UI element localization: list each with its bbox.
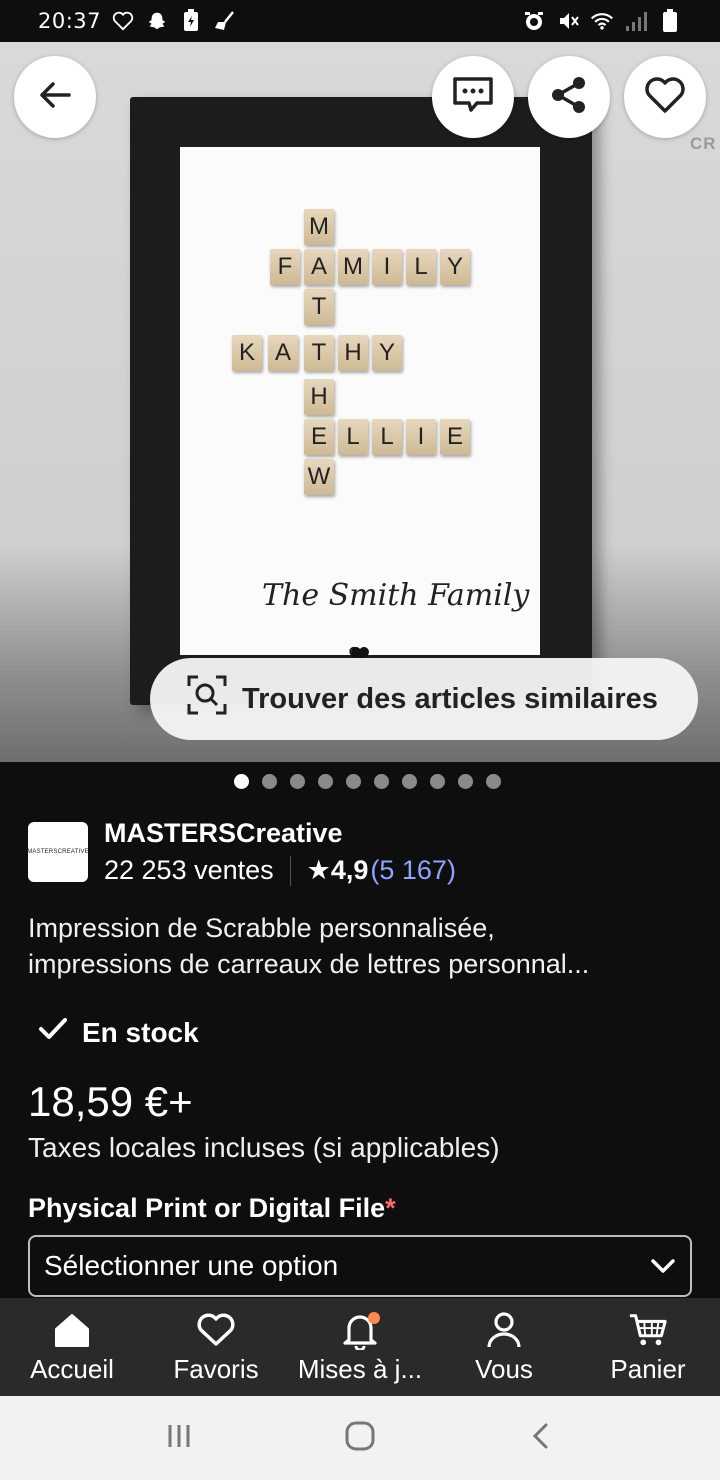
carousel-dot[interactable] <box>317 774 333 789</box>
listing-title-line: impressions de carreaux de lettres perso… <box>28 949 590 979</box>
nav-home-label: Accueil <box>30 1353 114 1384</box>
nav-favorites[interactable]: Favoris <box>144 1298 288 1396</box>
watermark-text: CR <box>690 134 717 153</box>
tile-t2: T <box>304 335 334 371</box>
back-button[interactable] <box>14 56 96 138</box>
nav-home[interactable]: Accueil <box>0 1298 144 1396</box>
battery-icon <box>658 9 682 33</box>
status-time: 20:37 <box>38 9 102 33</box>
listing-title[interactable]: Impression de Scrabble personnalisée, im… <box>28 910 696 982</box>
status-bar: 20:37 <box>0 0 720 42</box>
nav-cart-label: Panier <box>610 1353 686 1384</box>
arrow-left-icon <box>35 75 75 120</box>
price: 18,59 €+ <box>28 1078 193 1125</box>
shop-info[interactable]: MASTERSCREATIVE MASTERSCreative 22 253 v… <box>27 818 698 886</box>
tile-a: A <box>304 249 334 285</box>
carousel-dot[interactable] <box>457 774 473 789</box>
stock-status: En stock <box>38 1016 199 1049</box>
tile-l3: L <box>372 419 402 455</box>
picture-frame: M T H W F A M I L Y K A T H Y E L L I E <box>130 97 592 705</box>
nav-updates[interactable]: Mises à j... <box>288 1298 432 1396</box>
carousel-dot[interactable] <box>233 774 249 789</box>
mute-icon <box>556 9 580 33</box>
signal-icon <box>624 9 648 33</box>
find-similar-button[interactable]: Trouver des articles similaires <box>150 658 698 740</box>
review-count-link[interactable]: (5 167) <box>370 855 456 886</box>
tile-f: F <box>270 249 300 285</box>
message-seller-button[interactable] <box>432 56 514 138</box>
carousel-dot[interactable] <box>345 774 361 789</box>
share-button[interactable] <box>528 56 610 138</box>
carousel-dot[interactable] <box>261 774 277 789</box>
tile-e: E <box>304 419 334 455</box>
option-label: Physical Print or Digital File* <box>28 1193 396 1224</box>
shop-logo[interactable]: MASTERSCREATIVE <box>27 822 89 882</box>
tile-l2: L <box>338 419 368 455</box>
recent-apps-button[interactable] <box>164 1421 194 1456</box>
stock-label: En stock <box>82 1016 199 1048</box>
tile-i: I <box>372 249 402 285</box>
tile-a2: A <box>268 335 298 371</box>
tile-i2: I <box>406 419 436 455</box>
family-script-text: The Smith Family <box>262 578 530 613</box>
user-icon <box>484 1310 524 1350</box>
heart-icon <box>196 1310 236 1350</box>
chevron-down-icon <box>650 1250 676 1282</box>
checkmark-icon <box>38 1016 68 1049</box>
share-icon <box>548 74 590 121</box>
carousel-dot[interactable] <box>289 774 305 789</box>
select-placeholder: Sélectionner une option <box>44 1250 339 1281</box>
tile-h2: H <box>338 335 368 371</box>
heart-outline-icon <box>111 9 135 33</box>
nav-updates-label: Mises à j... <box>297 1353 423 1384</box>
carousel-dot[interactable] <box>373 774 389 789</box>
shop-name[interactable]: MASTERSCreative <box>104 818 456 849</box>
nav-you-label: Vous <box>475 1353 533 1384</box>
system-navigation-bar <box>0 1396 720 1480</box>
nav-cart[interactable]: Panier <box>576 1298 720 1396</box>
chat-bubble-icon <box>451 75 495 120</box>
carousel-dot[interactable] <box>401 774 417 789</box>
product-image[interactable]: M T H W F A M I L Y K A T H Y E L L I E … <box>0 42 720 762</box>
tile-y: Y <box>440 249 470 285</box>
variation-select[interactable]: Sélectionner une option <box>28 1235 692 1297</box>
carousel-indicator <box>0 774 720 789</box>
tile-h: H <box>304 379 334 415</box>
favorite-button[interactable] <box>624 56 706 138</box>
tile-y2: Y <box>372 335 402 371</box>
option-label-text: Physical Print or Digital File <box>28 1193 386 1223</box>
listing-title-line: Impression de Scrabble personnalisée, <box>28 913 495 943</box>
wifi-icon <box>590 9 614 33</box>
find-similar-label: Trouver des articles similaires <box>242 682 658 715</box>
visual-search-icon <box>186 674 228 724</box>
tile-e2: E <box>440 419 470 455</box>
tile-k: K <box>232 335 262 371</box>
bell-icon <box>340 1310 380 1350</box>
tile-m2: M <box>338 249 368 285</box>
nav-favorites-label: Favoris <box>173 1353 259 1384</box>
tax-note: Taxes locales incluses (si applicables) <box>28 1132 500 1163</box>
tile-w: W <box>304 459 334 495</box>
home-icon <box>52 1310 92 1350</box>
carousel-dot[interactable] <box>429 774 445 789</box>
alarm-icon <box>522 9 546 33</box>
divider <box>289 855 291 886</box>
cart-icon <box>628 1310 668 1350</box>
shop-rating: ★4,9 <box>306 855 369 885</box>
home-button[interactable] <box>343 1419 377 1458</box>
bottom-navigation: Accueil Favoris Mises à j... Vous Panier <box>0 1298 720 1396</box>
nav-you[interactable]: Vous <box>432 1298 576 1396</box>
snapchat-icon <box>145 9 169 33</box>
back-nav-button[interactable] <box>526 1421 556 1456</box>
notification-dot <box>368 1311 380 1324</box>
required-marker: * <box>385 1193 396 1223</box>
tile-m: M <box>304 209 334 245</box>
battery-app-icon <box>179 9 203 33</box>
tile-t: T <box>304 289 334 325</box>
heart-icon <box>643 75 687 120</box>
carousel-dot[interactable] <box>485 774 501 789</box>
shop-sales-count: 22 253 ventes <box>104 855 274 885</box>
tile-l: L <box>406 249 436 285</box>
broom-icon <box>213 9 237 33</box>
